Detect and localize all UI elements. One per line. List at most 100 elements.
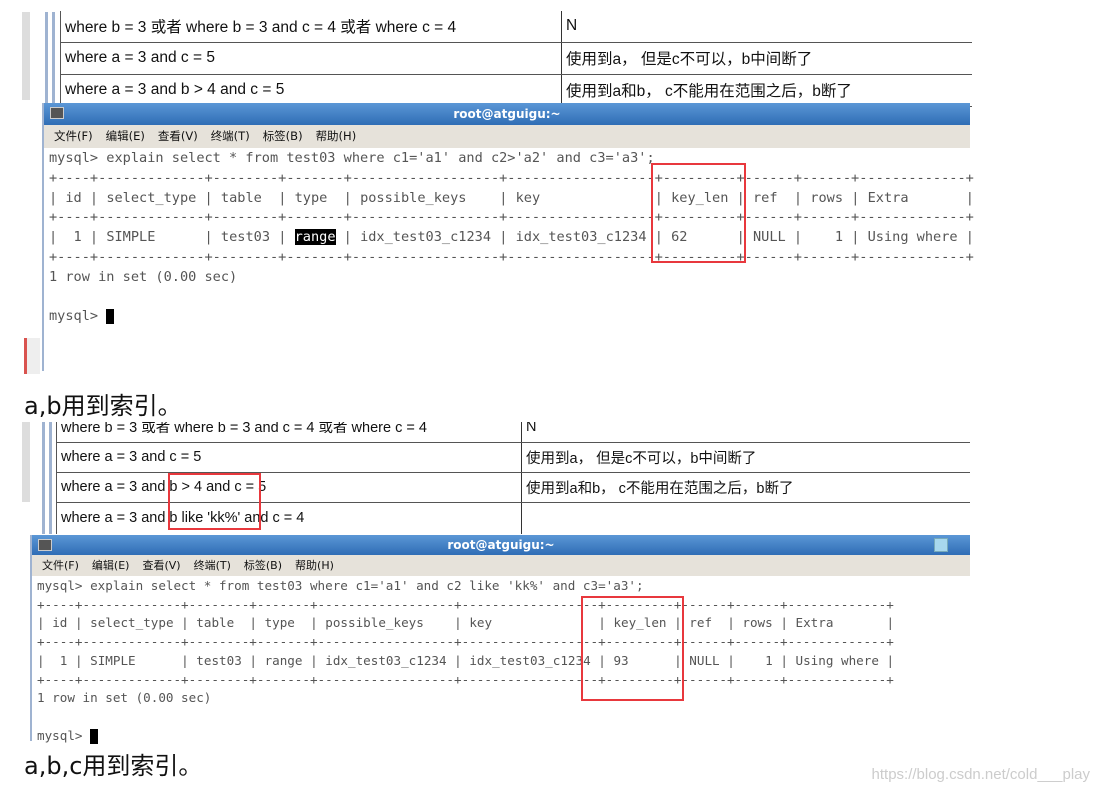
cell-table: test03 [196,652,242,668]
cell-id: 1 [52,652,68,668]
window-title: root@atguigu:~ [447,538,555,552]
condition-cell: where b = 3 或者 where b = 3 and c = 4 或者 … [60,11,562,43]
menu-help[interactable]: 帮助(H) [316,129,357,143]
table-row: where a = 3 and c = 5 使用到a， 但是c不可以，b中间断了 [56,441,970,473]
terminal-window: root@atguigu:~ 文件(F) 编辑(E) 查看(V) 终端(T) 标签(B)… [42,103,974,371]
note-cell: 使用到a， 但是c不可以，b中间断了 [521,441,970,473]
column-header-select-type: select_type [106,189,197,206]
menu-terminal[interactable]: 终端(T) [194,559,231,572]
caption: a,b用到索引。 [24,392,182,420]
note-cell: 使用到a和b， c不能用在范围之后，b断了 [561,73,972,107]
column-header-possible-keys: possible_keys [360,189,492,206]
left-gutter [22,422,30,502]
left-toolbar-icons [24,338,40,374]
cell-extra: Using where [795,652,879,668]
table-row: where a = 3 and b > 4 and c = 5 使用到a和b， c… [60,73,972,107]
menu-terminal[interactable]: 终端(T) [211,129,250,143]
menu-edit[interactable]: 编辑(E) [106,129,145,143]
column-header-table: table [196,615,242,631]
table-border: +----+-------------+--------+-------+---… [49,169,974,186]
cell-select-type: SIMPLE [90,652,174,668]
table-header: | id | select_type | table | type | poss… [37,615,895,631]
table-header: | id | select_type | table | type | poss… [49,189,974,206]
menu-file[interactable]: 文件(F) [42,559,79,572]
terminal-titlebar[interactable]: root@atguigu:~ [32,535,970,555]
terminal-icon [50,107,64,119]
result-line: 1 row in set (0.00 sec) [37,690,212,706]
cell-ref: NULL [752,229,786,246]
key-len-highlight-box [651,163,746,263]
column-header-rows: rows [742,615,773,631]
condition-cell: where a = 3 and b > 4 and c = 5 [56,471,522,503]
cell-type: range [294,229,336,246]
cell-table: test03 [220,229,271,246]
cell-possible-keys: idx_test03_c1234 [360,229,492,246]
condition-cell: where a = 3 and c = 5 [56,441,522,473]
column-header-key: key [515,189,647,206]
restore-window-icon[interactable] [934,538,948,552]
column-header-rows: rows [810,189,844,206]
range-condition-highlight-box [168,473,261,530]
menu-tabs[interactable]: 标签(B) [263,129,303,143]
menu-file[interactable]: 文件(F) [54,129,93,143]
table-row: | 1 | SIMPLE | test03 | range | idx_test… [37,652,895,668]
note-cell: 使用到a和b， c不能用在范围之后，b断了 [521,471,970,503]
cell-type: range [264,652,303,668]
cell-key: idx_test03_c1234 [469,652,591,668]
cell-extra: Using where [867,229,958,246]
menu-tabs[interactable]: 标签(B) [244,559,282,572]
page-border [42,422,45,534]
terminal-window: root@atguigu:~ 文件(F) 编辑(E) 查看(V) 终端(T) 标签(B)… [30,535,970,744]
menu-view[interactable]: 查看(V) [158,129,198,143]
command-line: mysql> explain select * from test03 wher… [37,578,644,593]
table-border: +----+-------------+--------+-------+---… [37,596,894,612]
menu-view[interactable]: 查看(V) [142,559,180,572]
prompt-line: mysql> [49,308,115,324]
cell-rows: 1 [810,229,844,246]
page-border [45,12,48,104]
note-cell: N [561,11,972,43]
note-cell [521,501,970,534]
left-gutter [22,12,30,100]
column-header-id: id [65,189,82,206]
table-border: +----+-------------+--------+-------+---… [49,249,974,265]
column-header-possible-keys: possible_keys [325,615,447,631]
terminal-titlebar[interactable]: root@atguigu:~ [44,103,970,125]
watermark: https://blog.csdn.net/cold___play [871,766,1090,783]
window-title: root@atguigu:~ [453,107,561,121]
result-line: 1 row in set (0.00 sec) [49,268,238,285]
column-header-ref: ref [752,189,786,206]
menu-bar: 文件(F) 编辑(E) 查看(V) 终端(T) 标签(B) 帮助(H) [44,125,970,148]
command-line: mysql> explain select * from test03 wher… [49,150,655,166]
table-border: +----+-------------+--------+-------+---… [37,671,894,687]
cell-key: idx_test03_c1234 [515,229,647,246]
column-header-extra: Extra [795,615,879,631]
index-rules-table: where b = 3 或者 where b = 3 and c = 4 或者 … [60,11,972,107]
column-header-select-type: select_type [90,615,174,631]
page-border [52,12,55,104]
cell-possible-keys: idx_test03_c1234 [325,652,447,668]
column-header-id: id [52,615,68,631]
text-cursor [106,308,115,324]
condition-cell: where a = 3 and b > 4 and c = 5 [60,73,562,107]
menu-help[interactable]: 帮助(H) [295,559,334,572]
table-border: +----+-------------+--------+-------+---… [49,209,974,226]
note-cell: N [521,422,970,443]
table-border: +----+-------------+--------+-------+---… [37,634,894,650]
note-cell: 使用到a， 但是c不可以，b中间断了 [561,41,972,75]
column-header-extra: Extra [867,189,958,206]
condition-cell: where a = 3 and c = 5 [60,41,562,75]
condition-cell: where b = 3 或者 where b = 3 and c = 4 或者 … [56,422,522,443]
table-row: where b = 3 或者 where b = 3 and c = 4 或者 … [60,11,972,43]
menu-bar: 文件(F) 编辑(E) 查看(V) 终端(T) 标签(B) 帮助(H) [32,555,970,576]
cell-select-type: SIMPLE [106,229,197,246]
column-header-table: table [220,189,271,206]
column-header-type: type [294,189,336,206]
caption: a,b,c用到索引。 [24,752,203,780]
cell-rows: 1 [742,652,773,668]
table-row: where b = 3 或者 where b = 3 and c = 4 或者 … [56,422,970,443]
text-cursor [90,728,99,744]
menu-edit[interactable]: 编辑(E) [92,559,130,572]
column-header-ref: ref [689,615,720,631]
cell-ref: NULL [689,652,720,668]
